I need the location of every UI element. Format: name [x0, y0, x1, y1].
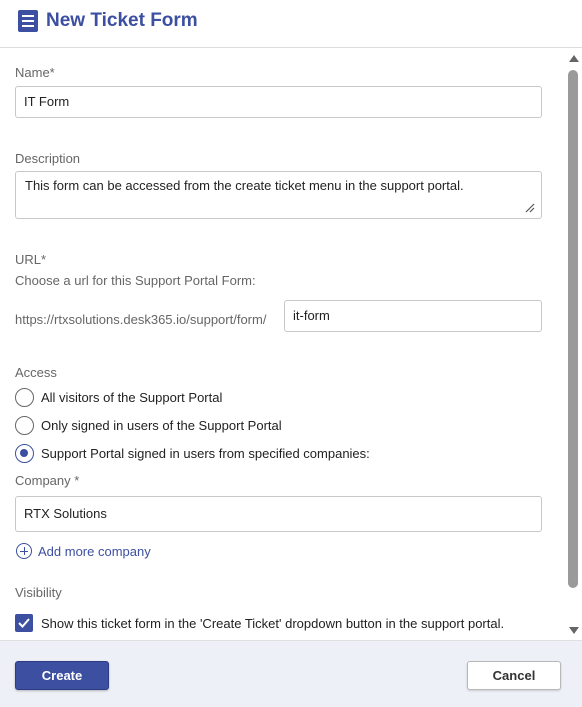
- checkmark-icon: [18, 618, 30, 628]
- url-prefix: https://rtxsolutions.desk365.io/support/…: [15, 312, 267, 327]
- scrollbar-thumb[interactable]: [568, 70, 578, 588]
- name-input[interactable]: IT Form: [15, 86, 542, 118]
- visibility-checkbox[interactable]: [15, 614, 33, 632]
- create-button[interactable]: Create: [15, 661, 109, 690]
- form-body: Name* IT Form Description This form can …: [0, 49, 566, 640]
- radio-label: All visitors of the Support Portal: [41, 389, 223, 405]
- description-text: This form can be accessed from the creat…: [25, 178, 464, 193]
- description-textarea[interactable]: This form can be accessed from the creat…: [15, 171, 542, 219]
- url-label: URL*: [15, 252, 47, 267]
- dialog-title: New Ticket Form: [46, 10, 198, 31]
- access-option-signed-in[interactable]: Only signed in users of the Support Port…: [15, 415, 282, 435]
- resize-grip-icon[interactable]: [525, 203, 535, 213]
- form-list-icon: [18, 10, 38, 32]
- access-option-specified-companies[interactable]: Support Portal signed in users from spec…: [15, 443, 370, 463]
- radio-label: Only signed in users of the Support Port…: [41, 417, 282, 433]
- access-option-all-visitors[interactable]: All visitors of the Support Portal: [15, 387, 222, 407]
- description-label: Description: [15, 151, 81, 166]
- dialog-footer: Create Cancel: [0, 640, 582, 707]
- radio-button-selected[interactable]: [15, 443, 34, 463]
- visibility-label: Visibility: [15, 585, 62, 600]
- add-more-company-link[interactable]: Add more company: [16, 543, 151, 559]
- add-circle-icon: [16, 543, 32, 559]
- add-more-company-label: Add more company: [38, 543, 151, 559]
- access-label: Access: [15, 365, 57, 380]
- dialog-header: New Ticket Form: [0, 0, 582, 48]
- scroll-down-arrow-icon[interactable]: [569, 627, 579, 634]
- company-input[interactable]: RTX Solutions: [15, 496, 542, 532]
- radio-label: Support Portal signed in users from spec…: [41, 445, 370, 461]
- radio-button[interactable]: [15, 415, 34, 435]
- visibility-option[interactable]: Show this ticket form in the 'Create Tic…: [15, 614, 504, 632]
- visibility-checkbox-label: Show this ticket form in the 'Create Tic…: [41, 615, 505, 631]
- cancel-button[interactable]: Cancel: [467, 661, 561, 690]
- company-label: Company *: [15, 473, 80, 488]
- radio-button[interactable]: [15, 387, 34, 407]
- url-hint: Choose a url for this Support Portal For…: [15, 273, 256, 288]
- scroll-up-arrow-icon[interactable]: [569, 55, 579, 62]
- vertical-scrollbar[interactable]: [566, 49, 582, 640]
- name-label: Name*: [15, 65, 55, 80]
- url-slug-input[interactable]: it-form: [284, 300, 542, 332]
